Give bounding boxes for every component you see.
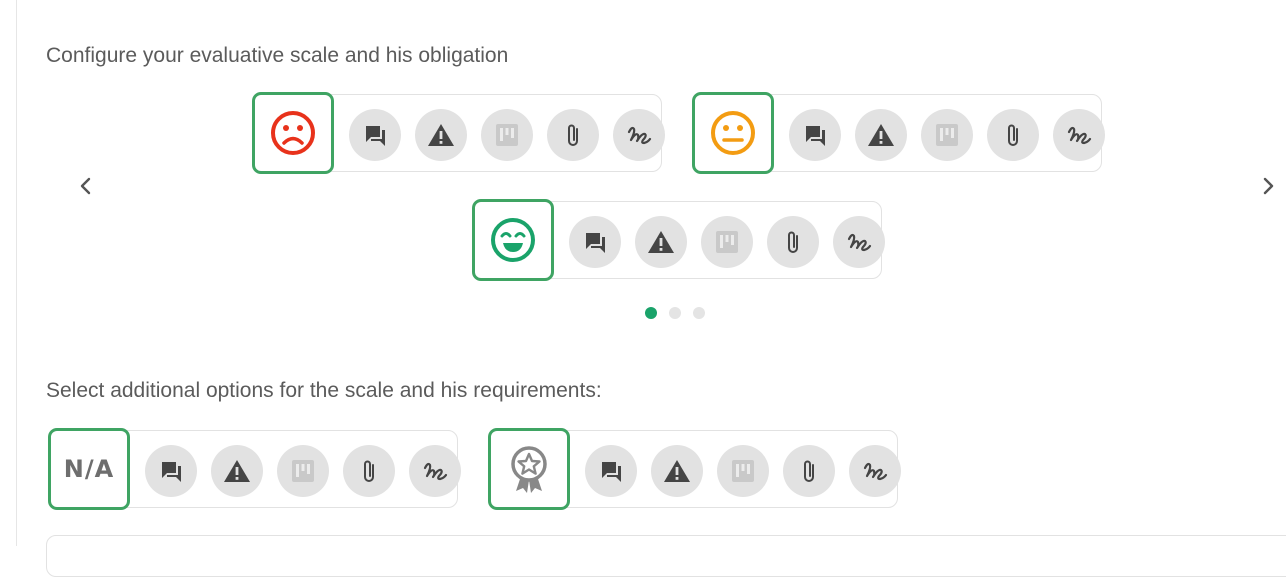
- signature-icon: [1067, 126, 1092, 145]
- kanban-icon: [716, 231, 738, 253]
- comment-option-button[interactable]: [349, 109, 401, 161]
- paperclip-option-button[interactable]: [547, 109, 599, 161]
- paperclip-option-button[interactable]: [343, 445, 395, 497]
- additional-options-heading: Select additional options for the scale …: [46, 379, 602, 402]
- award-star-icon: [511, 446, 547, 493]
- comment-option-button[interactable]: [789, 109, 841, 161]
- sad-face-icon: [271, 111, 315, 155]
- scale-item-sad: [252, 92, 665, 174]
- paperclip-icon: [804, 460, 814, 482]
- happy-button[interactable]: [472, 199, 554, 281]
- kanban-option-button[interactable]: [481, 109, 533, 161]
- comment-option-button[interactable]: [585, 445, 637, 497]
- paperclip-icon: [1008, 124, 1018, 146]
- kanban-option-button[interactable]: [921, 109, 973, 161]
- scale-item-neutral: [692, 92, 1105, 174]
- signature-option-button[interactable]: [849, 445, 901, 497]
- neutral-button[interactable]: [692, 92, 774, 174]
- comment-icon: [806, 126, 825, 146]
- paperclip-icon: [568, 124, 578, 146]
- carousel-dots: [645, 307, 705, 319]
- warning-option-button[interactable]: [211, 445, 263, 497]
- signature-option-button[interactable]: [613, 109, 665, 161]
- signature-option-button[interactable]: [409, 445, 461, 497]
- sad-button[interactable]: [252, 92, 334, 174]
- carousel-prev-button[interactable]: [72, 172, 100, 200]
- warning-option-button[interactable]: [635, 216, 687, 268]
- kanban-option-button[interactable]: [701, 216, 753, 268]
- extra-item-excellent: [488, 428, 901, 510]
- carousel-dot[interactable]: [645, 307, 657, 319]
- scale-item-happy: [472, 199, 885, 281]
- signature-option-button[interactable]: [833, 216, 885, 268]
- extra-item-not-applicable: N/A: [48, 428, 461, 510]
- carousel-dot[interactable]: [669, 307, 681, 319]
- warning-icon: [428, 124, 454, 146]
- options-row: [585, 445, 901, 497]
- warning-option-button[interactable]: [415, 109, 467, 161]
- options-row: [145, 445, 461, 497]
- paperclip-option-button[interactable]: [767, 216, 819, 268]
- kanban-icon: [292, 460, 314, 482]
- warning-icon: [664, 460, 690, 482]
- paperclip-icon: [788, 231, 798, 253]
- comment-icon: [366, 126, 385, 146]
- options-row: [789, 109, 1105, 161]
- kanban-icon: [936, 124, 958, 146]
- comment-option-button[interactable]: [145, 445, 197, 497]
- kanban-option-button[interactable]: [277, 445, 329, 497]
- not-applicable-label: N/A: [63, 455, 115, 483]
- comment-icon: [602, 462, 621, 482]
- chevron-right-icon: [1263, 177, 1274, 195]
- page-left-border: [16, 0, 17, 546]
- signature-icon: [863, 462, 888, 481]
- carousel-dot[interactable]: [693, 307, 705, 319]
- kanban-icon: [496, 124, 518, 146]
- happy-face-icon: [491, 218, 535, 262]
- paperclip-option-button[interactable]: [987, 109, 1039, 161]
- warning-option-button[interactable]: [855, 109, 907, 161]
- kanban-option-button[interactable]: [717, 445, 769, 497]
- paperclip-option-button[interactable]: [783, 445, 835, 497]
- excellent-button[interactable]: [488, 428, 570, 510]
- warning-icon: [224, 460, 250, 482]
- signature-icon: [627, 126, 652, 145]
- comment-icon: [586, 233, 605, 253]
- paperclip-icon: [364, 460, 374, 482]
- next-section-panel: [46, 535, 1286, 577]
- signature-icon: [847, 233, 872, 252]
- options-row: [349, 109, 665, 161]
- neutral-face-icon: [711, 111, 755, 155]
- carousel-next-button[interactable]: [1254, 172, 1282, 200]
- not-applicable-button[interactable]: N/A: [48, 428, 130, 510]
- signature-option-button[interactable]: [1053, 109, 1105, 161]
- warning-icon: [648, 231, 674, 253]
- chevron-left-icon: [80, 177, 91, 195]
- kanban-icon: [732, 460, 754, 482]
- scale-heading: Configure your evaluative scale and his …: [46, 44, 509, 67]
- comment-option-button[interactable]: [569, 216, 621, 268]
- warning-icon: [868, 124, 894, 146]
- warning-option-button[interactable]: [651, 445, 703, 497]
- signature-icon: [423, 462, 448, 481]
- comment-icon: [162, 462, 181, 482]
- options-row: [569, 216, 885, 268]
